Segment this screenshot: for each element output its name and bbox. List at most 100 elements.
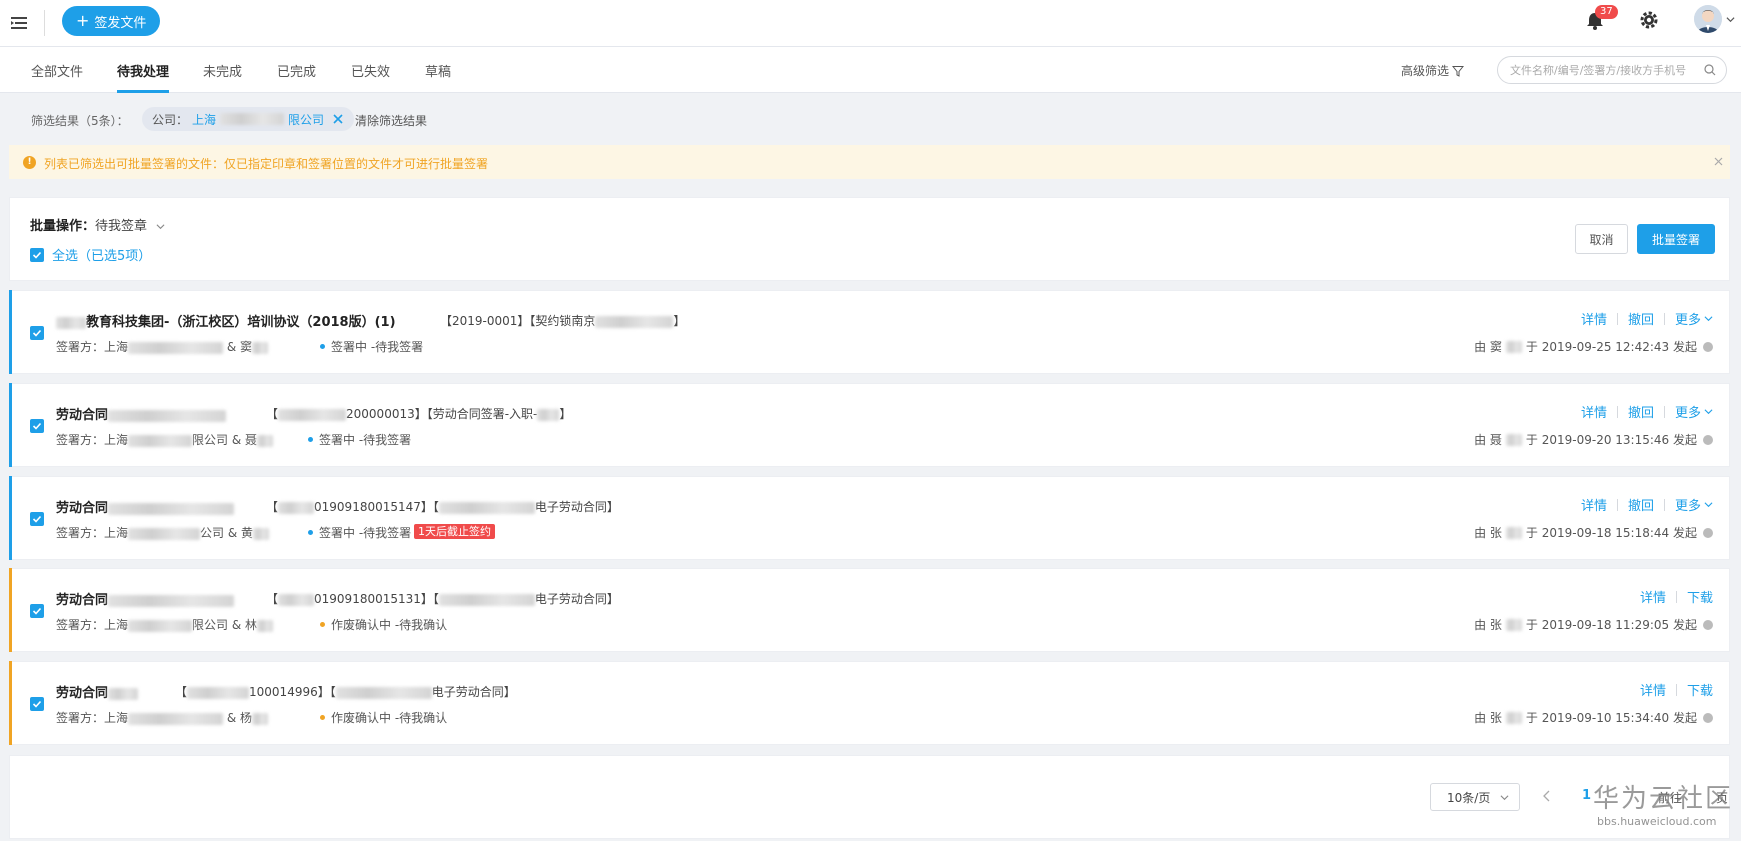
signer-mid: 限公司 & 林 — [192, 618, 258, 632]
filter-result-label: 筛选结果（5条）： — [31, 114, 129, 128]
advanced-filter-button[interactable]: 高级筛选 — [1401, 62, 1465, 79]
tab-expired[interactable]: 已失效 — [351, 61, 390, 80]
status-text: 作废确认中 -待我确认 — [331, 618, 448, 632]
download-link[interactable]: 下载 — [1687, 587, 1713, 606]
row-checkbox[interactable] — [30, 419, 44, 433]
info-icon[interactable] — [1703, 434, 1713, 445]
document-card[interactable]: 劳动合同 【01909180015131】【 电子劳动合同】 签署方：上海 限公司 … — [9, 568, 1730, 652]
select-all-checkbox[interactable]: 全选（已选5项） — [30, 245, 151, 264]
document-code-end: 】 — [559, 407, 572, 421]
send-document-button[interactable]: + 签发文件 — [62, 6, 161, 36]
gear-icon[interactable] — [1638, 9, 1660, 31]
row-checkbox[interactable] — [30, 326, 44, 340]
details-link[interactable]: 详情 — [1581, 495, 1607, 514]
redacted-text — [108, 594, 235, 607]
action-separator — [1675, 683, 1677, 696]
signer-mid: & 窦 — [223, 340, 253, 354]
document-title-text: 劳动合同 — [56, 501, 109, 516]
page-number-current[interactable]: 1 — [1582, 788, 1591, 803]
document-code-text: 【2019-0001】【契约锁南京 — [440, 314, 596, 328]
chevron-down-icon[interactable] — [1726, 15, 1735, 24]
batch-sign-button[interactable]: 批量签署 — [1637, 224, 1715, 254]
tab-completed[interactable]: 已完成 — [277, 61, 316, 80]
redacted-text — [278, 501, 315, 514]
tab-incomplete[interactable]: 未完成 — [203, 61, 242, 80]
status-stripe — [9, 661, 12, 745]
signer-prefix: 签署方：上海 — [56, 618, 129, 632]
chevron-left-icon[interactable] — [1542, 790, 1552, 802]
redacted-text — [1505, 433, 1522, 446]
info-icon[interactable] — [1703, 619, 1713, 630]
document-title[interactable]: 劳动合同 — [56, 497, 235, 516]
redacted-text — [335, 686, 432, 699]
chevron-down-icon[interactable] — [1704, 407, 1713, 416]
signer-prefix: 签署方：上海 — [56, 711, 129, 725]
document-title[interactable]: 劳动合同 — [56, 404, 227, 423]
row-checkbox[interactable] — [30, 697, 44, 711]
menu-icon[interactable] — [10, 14, 28, 32]
batch-operation-selector[interactable]: 批量操作：待我签章 — [30, 215, 165, 234]
revoke-link[interactable]: 撤回 — [1628, 495, 1654, 514]
more-link[interactable]: 更多 — [1675, 402, 1701, 421]
redacted-text — [438, 593, 535, 606]
redacted-text — [278, 593, 315, 606]
info-icon[interactable] — [1703, 712, 1713, 723]
close-icon[interactable] — [332, 113, 344, 125]
document-title-text: 劳动合同 — [56, 408, 109, 423]
redacted-text — [108, 502, 235, 515]
row-checkbox[interactable] — [30, 512, 44, 526]
revoke-link[interactable]: 撤回 — [1628, 309, 1654, 328]
notice-text: 列表已筛选出可批量签署的文件：仅已指定印章和签署位置的文件才可进行批量签署 — [44, 157, 489, 171]
info-icon[interactable] — [1703, 341, 1713, 352]
tab-pending[interactable]: 待我处理 — [117, 61, 169, 80]
status-dot — [308, 437, 313, 442]
signer-prefix: 签署方：上海 — [56, 526, 129, 540]
tab-all-files[interactable]: 全部文件 — [31, 61, 83, 80]
document-card[interactable]: 教育科技集团-（浙江校区）培训协议（2018版）(1) 【2019-0001】【… — [9, 290, 1730, 374]
details-link[interactable]: 详情 — [1640, 680, 1666, 699]
redacted-text — [128, 434, 193, 447]
chip-value-prefix: 上海 — [192, 112, 217, 127]
top-header: + 签发文件 37 — [0, 0, 1741, 47]
details-link[interactable]: 详情 — [1581, 402, 1607, 421]
filter-results-row: 筛选结果（5条）： 公司： 上海 限公司 清除筛选结果 — [0, 100, 1741, 140]
more-link[interactable]: 更多 — [1675, 495, 1701, 514]
document-card[interactable]: 劳动合同 【100014996】【 电子劳动合同】 签署方：上海 & 杨 作废确认… — [9, 661, 1730, 745]
document-code-text: 200000013】【劳动合同签署-入职- — [346, 407, 538, 421]
more-link[interactable]: 更多 — [1675, 309, 1701, 328]
tab-drafts[interactable]: 草稿 — [425, 61, 451, 80]
initiated-time: 于 2019-09-25 12:42:43 发起 — [1525, 340, 1697, 354]
details-link[interactable]: 详情 — [1581, 309, 1607, 328]
chevron-down-icon[interactable] — [1704, 500, 1713, 509]
checkbox-checked[interactable] — [30, 247, 44, 262]
document-code-text: 01909180015147】【 — [314, 500, 439, 514]
cancel-button[interactable]: 取消 — [1575, 224, 1628, 254]
document-code: 【200000013】【劳动合同签署-入职-】 — [266, 407, 572, 421]
signer-mid: & 杨 — [223, 711, 253, 725]
document-title[interactable]: 劳动合同 — [56, 682, 139, 701]
document-title[interactable]: 劳动合同 — [56, 589, 235, 608]
chevron-down-icon[interactable] — [1704, 314, 1713, 323]
download-link[interactable]: 下载 — [1687, 680, 1713, 699]
check-icon — [32, 329, 42, 337]
signer-mid: 公司 & 黄 — [200, 526, 254, 540]
revoke-link[interactable]: 撤回 — [1628, 402, 1654, 421]
document-card[interactable]: 劳动合同 【200000013】【劳动合同签署-入职-】 签署方：上海 限公司 &… — [9, 383, 1730, 467]
clear-filter-link[interactable]: 清除筛选结果 — [355, 112, 427, 129]
search-input[interactable] — [1510, 63, 1704, 77]
redacted-text — [253, 527, 270, 540]
document-title-text: 劳动合同 — [56, 593, 109, 608]
close-icon[interactable] — [1713, 156, 1724, 167]
redacted-text — [1505, 526, 1522, 539]
status-badge: 签署中 -待我签署 — [308, 431, 411, 448]
search-icon[interactable] — [1704, 64, 1716, 76]
info-icon[interactable] — [1703, 527, 1713, 538]
row-checkbox[interactable] — [30, 604, 44, 618]
warning-icon: ! — [23, 156, 36, 169]
document-title[interactable]: 教育科技集团-（浙江校区）培训协议（2018版）(1) — [56, 311, 396, 330]
page-size-select[interactable]: 10条/页 — [1430, 783, 1520, 811]
user-avatar[interactable] — [1694, 5, 1722, 33]
search-box — [1497, 56, 1727, 84]
details-link[interactable]: 详情 — [1640, 587, 1666, 606]
document-card[interactable]: 劳动合同 【01909180015147】【 电子劳动合同】 签署方：上海 公司 &… — [9, 476, 1730, 560]
